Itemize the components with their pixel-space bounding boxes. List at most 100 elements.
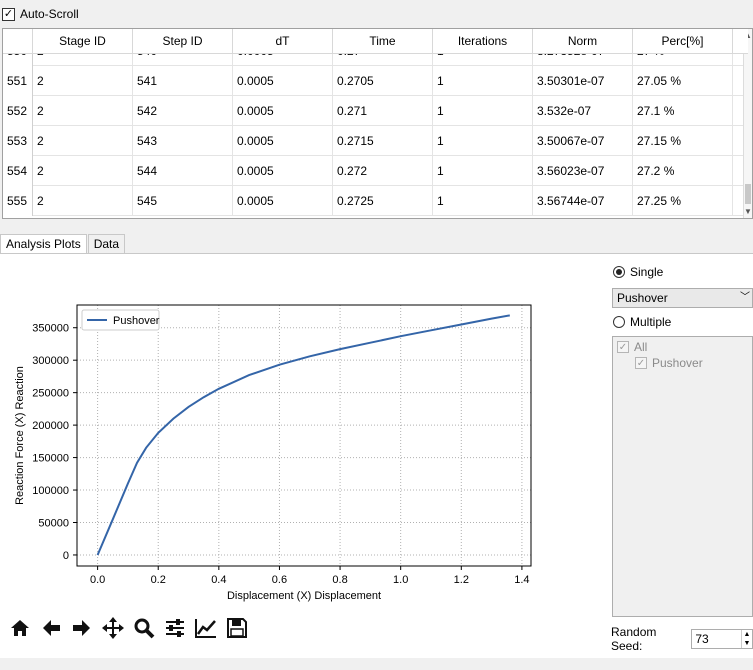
table-row[interactable]: 552 2 542 0.0005 0.271 1 3.532e-07 27.1 % (3, 96, 748, 126)
tab-data[interactable]: Data (87, 234, 126, 254)
x-tick-label: 0.0 (90, 574, 105, 586)
tab-bar: Analysis Plots Data (0, 234, 126, 255)
row-number[interactable]: 552 (3, 96, 33, 126)
column-header-4[interactable]: Time (333, 29, 433, 53)
table-cell[interactable]: 0.272 (333, 156, 433, 186)
column-header-0[interactable] (3, 29, 33, 53)
table-cell[interactable]: 3.56744e-07 (533, 186, 633, 216)
table-cell[interactable]: 27.15 % (633, 126, 733, 156)
column-header-2[interactable]: Step ID (133, 29, 233, 53)
table-cell[interactable]: 0.2715 (333, 126, 433, 156)
table-cell[interactable]: 0.2725 (333, 186, 433, 216)
series-combobox[interactable]: Pushover ﹀ (612, 288, 753, 308)
table-cell[interactable]: 27.25 % (633, 186, 733, 216)
table-cell[interactable]: 2 (33, 186, 133, 216)
edit-axis-icon[interactable] (194, 616, 218, 640)
configure-subplots-icon[interactable] (163, 616, 187, 640)
table-cell[interactable]: 0.0005 (233, 156, 333, 186)
multiple-radio[interactable]: Multiple (613, 314, 671, 330)
table-row[interactable]: 553 2 543 0.0005 0.2715 1 3.50067e-07 27.15 % (3, 126, 748, 156)
pushover-item-label: Pushover (652, 356, 703, 370)
table-cell[interactable]: 0.0005 (233, 126, 333, 156)
analysis-plots-panel: 0.0 0.2 0.4 0.6 0.8 1.0 1.2 1.4 0 50000 100000 1500… (0, 254, 753, 658)
table-cell[interactable]: 3.50301e-07 (533, 66, 633, 96)
column-header-1[interactable]: Stage ID (33, 29, 133, 53)
row-number[interactable]: 551 (3, 66, 33, 96)
x-tick-label: 0.8 (332, 574, 347, 586)
table-header: Stage ID Step ID dT Time Iterations Norm Perc[… (3, 29, 748, 54)
scroll-down-icon[interactable]: ▼ (744, 207, 752, 216)
plot-selection-panel: Single Pushover ﹀ Multiple ✓ All ✓ Pusho… (609, 264, 753, 654)
y-tick-label: 0 (63, 550, 69, 562)
random-seed-value: 73 (695, 632, 709, 646)
row-number[interactable]: 553 (3, 126, 33, 156)
scrollbar-thumb[interactable] (745, 184, 751, 204)
table-cell[interactable]: 0.2705 (333, 66, 433, 96)
column-header-7[interactable]: Perc[%] (633, 29, 733, 53)
table-cell[interactable]: 541 (133, 66, 233, 96)
zoom-icon[interactable] (132, 616, 156, 640)
legend-label: Pushover (113, 315, 160, 327)
table-cell[interactable]: 27.1 % (633, 96, 733, 126)
forward-icon[interactable] (70, 616, 94, 640)
row-number[interactable]: 555 (3, 186, 33, 216)
table-vertical-scrollbar[interactable]: ▲ ▼ (743, 29, 752, 218)
table-cell[interactable]: 1 (433, 186, 533, 216)
y-tick-label: 50000 (38, 518, 69, 530)
table-cell[interactable]: 1 (433, 126, 533, 156)
radio-selected-icon[interactable] (613, 266, 625, 278)
table-cell[interactable]: 3.50067e-07 (533, 126, 633, 156)
checkmark-icon: ✓ (635, 357, 647, 369)
table-cell[interactable]: 0.271 (333, 96, 433, 126)
row-number[interactable]: 554 (3, 156, 33, 186)
table-cell[interactable]: 0.0005 (233, 186, 333, 216)
table-cell[interactable]: 0.0005 (233, 96, 333, 126)
radio-unselected-icon[interactable] (613, 316, 625, 328)
all-label: All (634, 340, 648, 354)
table-row[interactable]: 554 2 544 0.0005 0.272 1 3.56023e-07 27.2 % (3, 156, 748, 186)
table-cell[interactable]: 543 (133, 126, 233, 156)
table-cell[interactable]: 3.56023e-07 (533, 156, 633, 186)
table-cell[interactable]: 27.05 % (633, 66, 733, 96)
autoscroll-label: Auto-Scroll (20, 7, 79, 21)
table-cell[interactable]: 545 (133, 186, 233, 216)
table-cell[interactable]: 2 (33, 66, 133, 96)
save-icon[interactable] (225, 616, 249, 640)
spin-arrows-icon[interactable]: ▲ ▼ (741, 630, 752, 648)
x-tick-label: 1.4 (514, 574, 529, 586)
random-seed-row: Random Seed: 73 ▲ ▼ (611, 625, 753, 653)
tab-analysis-plots[interactable]: Analysis Plots (0, 234, 87, 255)
table-cell[interactable]: 1 (433, 96, 533, 126)
column-header-3[interactable]: dT (233, 29, 333, 53)
pan-icon[interactable] (101, 616, 125, 640)
back-icon[interactable] (39, 616, 63, 640)
random-seed-label: Random Seed: (611, 625, 657, 653)
single-radio[interactable]: Single (613, 264, 663, 280)
table-cell[interactable]: 542 (133, 96, 233, 126)
table-cell[interactable]: 1 (433, 66, 533, 96)
table-row[interactable]: 551 2 541 0.0005 0.2705 1 3.50301e-07 27.05 % (3, 66, 748, 96)
table-cell[interactable]: 2 (33, 96, 133, 126)
checkmark-icon[interactable]: ✓ (2, 7, 15, 21)
table-cell[interactable]: 0.0005 (233, 66, 333, 96)
combo-value: Pushover (617, 291, 668, 305)
table-cell[interactable]: 2 (33, 126, 133, 156)
autoscroll-checkbox[interactable]: ✓ Auto-Scroll (2, 6, 79, 22)
y-axis-label: Reaction Force (X) Reaction (14, 366, 26, 505)
table-cell[interactable]: 2 (33, 156, 133, 186)
home-icon[interactable] (8, 616, 32, 640)
x-tick-label: 0.2 (151, 574, 166, 586)
table-cell[interactable]: 27.2 % (633, 156, 733, 186)
column-header-5[interactable]: Iterations (433, 29, 533, 53)
results-table[interactable]: 55025400.00050.2718.27352e-0727 %5512541… (2, 28, 753, 219)
table-cell[interactable]: 1 (433, 156, 533, 186)
pushover-chart[interactable]: 0.0 0.2 0.4 0.6 0.8 1.0 1.2 1.4 0 50000 100000 1500… (0, 254, 600, 614)
column-header-6[interactable]: Norm (533, 29, 633, 53)
x-tick-label: 0.6 (272, 574, 287, 586)
random-seed-spinbox[interactable]: 73 ▲ ▼ (691, 629, 753, 649)
chevron-down-icon[interactable]: ﹀ (740, 289, 750, 307)
table-row[interactable]: 555 2 545 0.0005 0.2725 1 3.56744e-07 27.25 % (3, 186, 748, 216)
single-label: Single (630, 265, 664, 279)
table-cell[interactable]: 3.532e-07 (533, 96, 633, 126)
table-cell[interactable]: 544 (133, 156, 233, 186)
